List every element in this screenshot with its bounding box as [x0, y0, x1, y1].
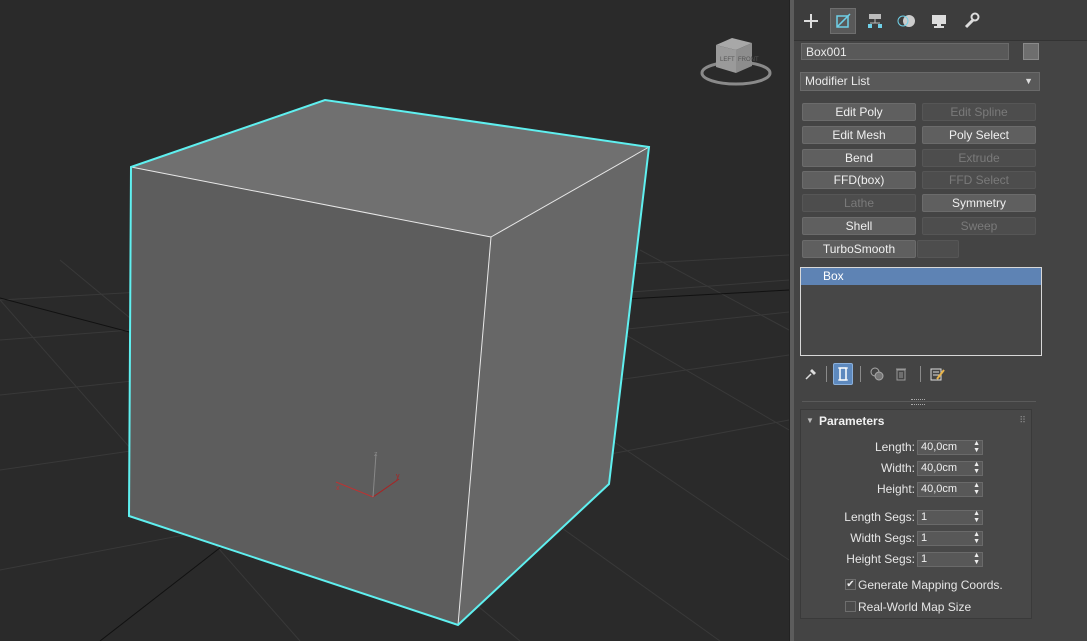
pin-stack-icon[interactable] [800, 363, 820, 385]
svg-text:y: y [396, 473, 400, 480]
object-name-field[interactable]: Box001 [801, 43, 1009, 60]
modifier-button-shell[interactable]: Shell [802, 217, 916, 235]
spinner-arrows-icon[interactable]: ▲ ▼ [973, 552, 980, 566]
scene-canvas[interactable]: x y z [0, 0, 789, 641]
height-segs-label: Height Segs: [846, 552, 915, 566]
command-panel-tabs [794, 0, 1087, 41]
width-spinner[interactable]: 40,0cm ▲ ▼ [917, 461, 983, 476]
modifier-button-bend[interactable]: Bend [802, 148, 916, 167]
utilities-icon[interactable] [958, 8, 984, 34]
box-front-face[interactable] [129, 167, 491, 625]
modifier-button-empty [917, 239, 959, 258]
modifier-list-dropdown[interactable]: Modifier List ▼ [800, 72, 1040, 91]
height-label: Height: [876, 482, 915, 496]
width-segs-value: 1 [921, 532, 928, 544]
dropdown-arrow-icon: ▼ [1024, 76, 1033, 86]
modifier-button-extrude: Extrude [922, 148, 1036, 167]
modifier-button-edit-mesh[interactable]: Edit Mesh [802, 125, 916, 144]
modifier-list-label: Modifier List [805, 74, 870, 88]
spinner-arrows-icon[interactable]: ▲ ▼ [973, 510, 980, 524]
remove-modifier-icon[interactable] [891, 363, 911, 385]
modifier-button-sweep: Sweep [922, 217, 1036, 235]
perspective-viewport[interactable]: x y z LEFT FRONT [0, 0, 789, 641]
viewcube-front-label: FRONT [738, 57, 759, 63]
stack-toolbar [800, 363, 1040, 385]
modifier-button-edit-poly[interactable]: Edit Poly [802, 103, 916, 121]
display-icon[interactable] [926, 8, 952, 34]
hierarchy-icon[interactable] [862, 8, 888, 34]
rollout-grip-icon[interactable]: ⠿ [1019, 415, 1026, 426]
width-segs-spinner[interactable]: 1 ▲ ▼ [917, 531, 983, 546]
collapse-triangle-icon[interactable]: ▼ [806, 416, 814, 425]
height-value: 40,0cm [921, 483, 958, 495]
configure-modifier-sets-icon[interactable] [927, 363, 947, 385]
show-end-result-icon[interactable] [833, 363, 853, 385]
modifier-button-ffd-box[interactable]: FFD(box) [802, 171, 916, 190]
svg-text:x: x [336, 485, 340, 492]
drag-handle-icon[interactable] [911, 399, 925, 405]
real-world-map-size-label: Real-World Map Size [858, 600, 972, 614]
height-spinner[interactable]: 40,0cm ▲ ▼ [917, 482, 983, 497]
width-value: 40,0cm [921, 462, 958, 474]
generate-mapping-checkbox[interactable]: ✔ [845, 579, 856, 590]
motion-icon[interactable] [894, 8, 920, 34]
modifier-stack[interactable]: Box [800, 267, 1042, 356]
parameters-rollout: ▼ Parameters ⠿ Length: 40,0cm ▲ ▼ Width: 4… [800, 409, 1032, 619]
width-segs-label: Width Segs: [850, 531, 915, 545]
generate-mapping-label: Generate Mapping Coords. [858, 578, 1003, 592]
length-segs-spinner[interactable]: 1 ▲ ▼ [917, 510, 983, 525]
height-segs-spinner[interactable]: 1 ▲ ▼ [917, 552, 983, 567]
modifier-button-turbosmooth[interactable]: TurboSmooth [802, 239, 916, 258]
spinner-arrows-icon[interactable]: ▲ ▼ [973, 461, 980, 475]
modify-icon[interactable] [830, 8, 856, 34]
modifier-button-edit-spline: Edit Spline [922, 103, 1036, 121]
length-segs-label: Length Segs: [844, 510, 915, 524]
spinner-arrows-icon[interactable]: ▲ ▼ [973, 440, 980, 454]
width-label: Width: [880, 461, 915, 475]
svg-text:z: z [374, 451, 378, 458]
object-color-swatch[interactable] [1023, 43, 1039, 60]
viewcube-left-label: LEFT [720, 57, 735, 63]
height-segs-value: 1 [921, 553, 928, 565]
modifier-button-poly-select[interactable]: Poly Select [922, 125, 1036, 144]
length-value: 40,0cm [921, 441, 958, 453]
stack-item-label: Box [823, 269, 844, 283]
real-world-map-size-checkbox[interactable] [845, 601, 856, 612]
stack-item-box[interactable]: Box [801, 268, 1041, 285]
spinner-arrows-icon[interactable]: ▲ ▼ [973, 531, 980, 545]
length-spinner[interactable]: 40,0cm ▲ ▼ [917, 440, 983, 455]
modifier-button-symmetry[interactable]: Symmetry [922, 194, 1036, 213]
viewcube[interactable]: LEFT FRONT [698, 33, 774, 89]
modifier-button-ffd-select: FFD Select [922, 171, 1036, 190]
create-icon[interactable] [798, 8, 824, 34]
modifier-button-lathe: Lathe [802, 194, 916, 213]
length-label: Length: [874, 440, 915, 454]
spinner-arrows-icon[interactable]: ▲ ▼ [973, 482, 980, 496]
parameters-title[interactable]: Parameters [819, 414, 884, 428]
command-panel: Box001 Modifier List ▼ Edit Poly Edit Spl… [794, 0, 1087, 641]
make-unique-icon[interactable] [867, 363, 887, 385]
length-segs-value: 1 [921, 511, 928, 523]
